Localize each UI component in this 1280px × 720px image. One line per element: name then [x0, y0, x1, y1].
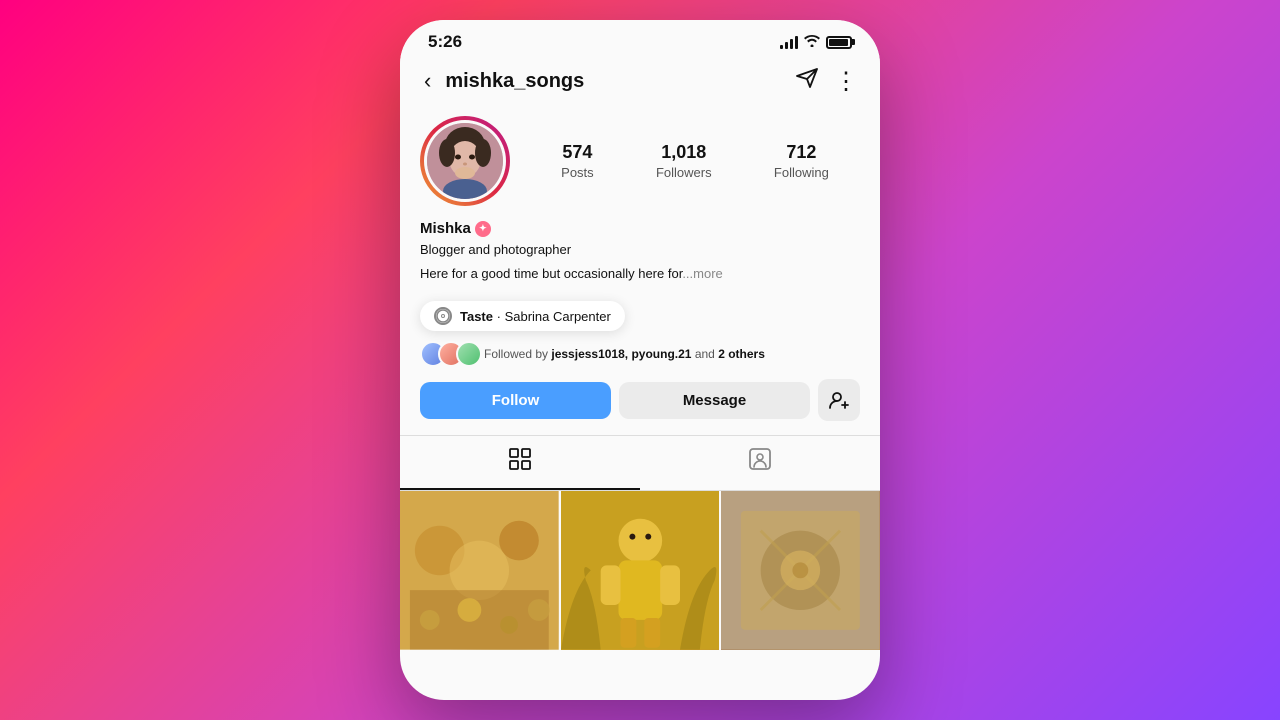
stats-row: 574 Posts 1,018 Followers 712 Following: [530, 142, 860, 180]
profile-section: 574 Posts 1,018 Followers 712 Following: [400, 108, 880, 220]
profile-top: 574 Posts 1,018 Followers 712 Following: [420, 116, 860, 206]
post-thumbnail-3[interactable]: [721, 491, 880, 650]
music-disc-icon: [434, 307, 452, 325]
back-button[interactable]: ‹: [420, 64, 435, 98]
now-playing-banner[interactable]: Taste · Sabrina Carpenter: [420, 301, 625, 331]
following-label: Following: [774, 165, 829, 180]
header-left: ‹ mishka_songs: [420, 64, 584, 98]
bio-section: Mishka ✦ Blogger and photographer Here f…: [400, 220, 880, 297]
header: ‹ mishka_songs ⋮: [400, 56, 880, 108]
followers-stat[interactable]: 1,018 Followers: [656, 142, 712, 180]
post-thumbnail-2[interactable]: [561, 491, 720, 650]
mutual-followers-text: Followed by jessjess1018, pyoung.21 and …: [484, 347, 860, 361]
status-bar: 5:26: [400, 20, 880, 56]
tab-grid[interactable]: [400, 436, 640, 490]
display-name: Mishka ✦: [420, 220, 860, 237]
bio-line-2: Here for a good time but occasionally he…: [420, 264, 860, 284]
wifi-icon: [804, 34, 820, 50]
bio-line-1: Blogger and photographer: [420, 240, 860, 260]
post-thumbnail-1[interactable]: [400, 491, 559, 650]
followers-label: Followers: [656, 165, 712, 180]
more-options-icon[interactable]: ⋮: [834, 67, 860, 96]
now-playing-text: Taste · Sabrina Carpenter: [460, 309, 611, 324]
bio-more[interactable]: ...more: [682, 266, 722, 281]
signal-icon: [780, 36, 798, 49]
posts-grid: [400, 491, 880, 700]
tab-tagged[interactable]: [640, 436, 880, 490]
mutual-avatar-3: [456, 341, 482, 367]
mutual-followers-section[interactable]: Followed by jessjess1018, pyoung.21 and …: [400, 341, 880, 379]
status-icons: [780, 34, 852, 50]
profile-photo: [427, 123, 503, 199]
send-icon[interactable]: [796, 68, 818, 94]
tagged-icon: [749, 448, 771, 476]
header-right: ⋮: [796, 67, 860, 96]
posts-label: Posts: [561, 165, 594, 180]
tab-bar: [400, 435, 880, 491]
verified-badge: ✦: [475, 221, 491, 237]
followers-count: 1,018: [656, 142, 712, 163]
action-buttons: Follow Message: [400, 379, 880, 435]
message-button[interactable]: Message: [619, 382, 810, 419]
profile-username: mishka_songs: [445, 70, 584, 93]
grid-icon: [509, 448, 531, 476]
phone-frame: 5:26 ‹ mishka_songs: [400, 20, 880, 700]
add-friend-button[interactable]: [818, 379, 860, 421]
avatar[interactable]: [424, 120, 506, 202]
status-time: 5:26: [428, 32, 462, 52]
avatar-ring: [420, 116, 510, 206]
posts-count: 574: [561, 142, 594, 163]
follow-button[interactable]: Follow: [420, 382, 611, 419]
following-count: 712: [774, 142, 829, 163]
battery-icon: [826, 36, 852, 49]
mutual-avatars: [420, 341, 474, 367]
following-stat[interactable]: 712 Following: [774, 142, 829, 180]
avatar-wrapper: [420, 116, 510, 206]
posts-stat[interactable]: 574 Posts: [561, 142, 594, 180]
